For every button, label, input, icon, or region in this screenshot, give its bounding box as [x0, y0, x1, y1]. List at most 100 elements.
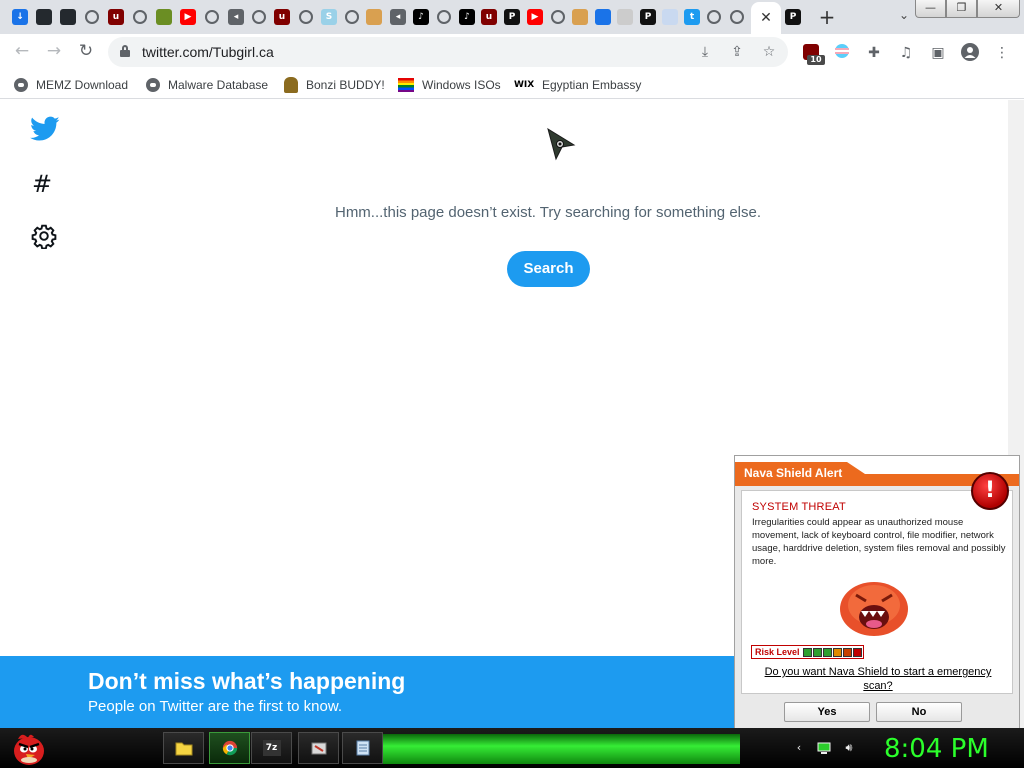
reload-button[interactable]: ↻ [74, 41, 98, 65]
bookmarks-bar: MEMZ Download Malware Database Bonzi BUD… [0, 71, 1024, 99]
install-app-icon[interactable]: ⤓ [696, 43, 714, 61]
browser-tab[interactable] [547, 6, 569, 28]
taskbar-7zip[interactable]: 7z [251, 732, 292, 764]
tray-show-hidden-icon[interactable]: ‹ [792, 741, 806, 755]
taskbar-paint[interactable] [298, 732, 339, 764]
bookmark-egyptian-embassy[interactable]: WIX Egyptian Embassy [514, 76, 641, 94]
taskbar-clock[interactable]: 8:04 PM [884, 734, 989, 764]
browser-tab[interactable]: P [637, 6, 659, 28]
browser-tab[interactable] [569, 6, 591, 28]
search-button[interactable]: Search [507, 251, 590, 287]
page-not-found-message: Hmm...this page doesn’t exist. Try searc… [334, 204, 762, 221]
extension-flag-icon[interactable] [832, 43, 852, 63]
browser-tab[interactable]: u [271, 6, 293, 28]
browser-tab[interactable] [153, 6, 175, 28]
no-button[interactable]: No [876, 702, 962, 722]
browser-tab[interactable] [248, 6, 270, 28]
browser-tab[interactable] [703, 6, 725, 28]
browser-tab[interactable]: ◂ [387, 6, 409, 28]
threat-title: SYSTEM THREAT [752, 501, 846, 513]
browser-tab[interactable]: ♪ [410, 6, 432, 28]
bookmark-memz-download[interactable]: MEMZ Download [14, 76, 128, 94]
popup-body: SYSTEM THREAT Irregularities could appea… [741, 490, 1013, 694]
yes-button[interactable]: Yes [784, 702, 870, 722]
browser-tab[interactable]: ↓ [9, 6, 31, 28]
ublock-icon: u [481, 9, 497, 25]
media-control-icon[interactable]: ♫ [896, 43, 916, 63]
share-icon[interactable]: ⇪ [728, 43, 746, 61]
close-tab-icon[interactable]: ✕ [760, 10, 772, 26]
minimize-button[interactable]: — [915, 0, 946, 18]
twitter-bird-icon[interactable] [30, 116, 60, 142]
bonzi-icon [572, 9, 588, 25]
browser-tab[interactable] [726, 6, 748, 28]
back-button[interactable]: ← [10, 41, 34, 65]
extensions-puzzle-icon[interactable]: ✚ [864, 43, 884, 63]
browser-tab[interactable] [433, 6, 455, 28]
bookmark-label: Egyptian Embassy [542, 78, 642, 92]
banner-title: Don’t miss what’s happening [88, 668, 406, 694]
new-tab-button[interactable]: + [816, 6, 838, 28]
windows-taskbar: 7z ‹ 🔊︎ 8:04 PM [0, 728, 1024, 768]
settings-gear-icon[interactable] [31, 223, 57, 249]
ublock-badge: 10 [807, 55, 825, 65]
explore-hashtag-icon[interactable]: # [32, 170, 52, 198]
risk-segment [852, 647, 862, 657]
browser-tab[interactable]: t [681, 6, 703, 28]
scan-prompt-link[interactable]: Do you want Nava Shield to start a emerg… [752, 665, 1004, 693]
tray-volume-icon[interactable]: 🔊︎ [842, 741, 856, 755]
browser-tab[interactable]: P [782, 6, 804, 28]
browser-tab[interactable] [614, 6, 636, 28]
browser-tab[interactable] [295, 6, 317, 28]
risk-segment [842, 647, 852, 657]
tab-search-button[interactable]: ⌄ [893, 8, 915, 26]
lock-icon[interactable] [120, 45, 130, 57]
browser-tab[interactable]: P [501, 6, 523, 28]
tab-strip: ↓ u ▶ ◂ u S ◂ ♪ ♪ u P ▶ Pt ✕ P + ⌄ — ❐ ✕ [0, 0, 1024, 34]
url-text[interactable]: twitter.com/Tubgirl.ca [142, 44, 274, 60]
browser-tab[interactable]: S [318, 6, 340, 28]
browser-tab[interactable] [81, 6, 103, 28]
browser-tab[interactable] [341, 6, 363, 28]
browser-tab[interactable] [201, 6, 223, 28]
bookmark-bonzi-buddy[interactable]: Bonzi BUDDY! [284, 76, 385, 94]
browser-tab[interactable] [363, 6, 385, 28]
browser-menu-icon[interactable]: ⋮ [992, 43, 1012, 63]
browser-tab[interactable]: ◂ [225, 6, 247, 28]
browser-tab[interactable]: ▶ [177, 6, 199, 28]
tray-network-icon[interactable] [817, 741, 831, 755]
taskbar-chrome[interactable] [209, 732, 250, 764]
bookmark-malware-database[interactable]: Malware Database [146, 76, 268, 94]
risk-segment [802, 647, 812, 657]
active-tab[interactable]: ✕ [751, 2, 781, 34]
close-window-button[interactable]: ✕ [977, 0, 1020, 18]
psn-icon: P [504, 9, 520, 25]
side-panel-icon[interactable]: ▣ [928, 43, 948, 63]
forward-button[interactable]: → [42, 41, 66, 65]
browser-tab[interactable] [659, 6, 681, 28]
bookmark-label: MEMZ Download [36, 78, 129, 92]
browser-tab[interactable]: u [478, 6, 500, 28]
start-button-angry-bird-icon[interactable] [10, 729, 48, 767]
bookmark-windows-isos[interactable]: Windows ISOs [398, 76, 501, 94]
profile-avatar-icon[interactable] [960, 43, 980, 63]
browser-tab[interactable]: ♪ [456, 6, 478, 28]
youtube-icon: ▶ [180, 9, 196, 25]
bookmark-star-icon[interactable]: ☆ [760, 43, 778, 61]
bookmark-label: Malware Database [168, 78, 269, 92]
browser-tab[interactable] [129, 6, 151, 28]
address-bar[interactable]: twitter.com/Tubgirl.ca ⤓ ⇪ ☆ [108, 37, 788, 67]
browser-tab[interactable] [33, 6, 55, 28]
browser-tab[interactable] [592, 6, 614, 28]
folder-icon [175, 742, 192, 756]
taskbar-notepad[interactable] [342, 732, 383, 764]
audio-icon: ◂ [228, 9, 244, 25]
github-icon [36, 9, 52, 25]
restore-button[interactable]: ❐ [946, 0, 977, 18]
psn-icon: P [785, 9, 801, 25]
browser-tab[interactable]: u [105, 6, 127, 28]
taskbar-file-explorer[interactable] [163, 732, 204, 764]
minecraft-icon [156, 9, 172, 25]
browser-tab[interactable]: ▶ [524, 6, 546, 28]
browser-tab[interactable] [57, 6, 79, 28]
